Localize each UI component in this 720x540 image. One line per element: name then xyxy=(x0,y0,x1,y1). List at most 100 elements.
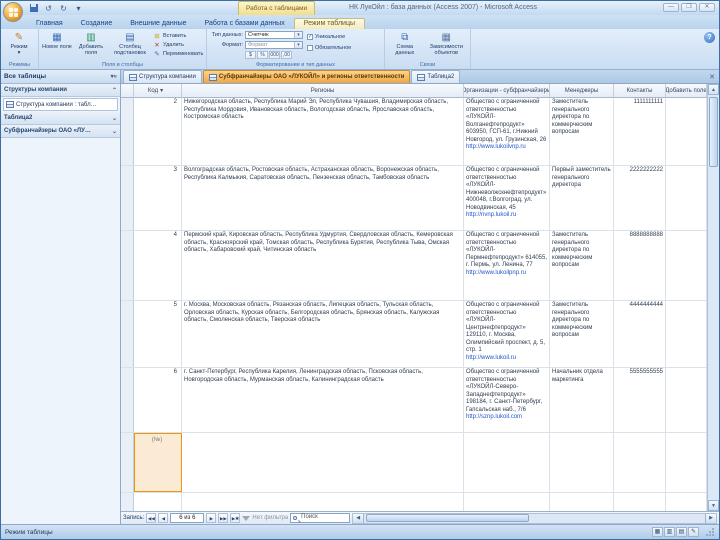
resize-grip[interactable] xyxy=(705,527,715,537)
nav-pane-header[interactable]: Все таблицы ▾ « xyxy=(1,70,120,84)
cell-add-field[interactable] xyxy=(666,433,707,492)
cell-code[interactable]: 2 xyxy=(134,98,182,165)
currency-button[interactable]: $ xyxy=(245,51,256,59)
cell-organization[interactable]: Общество с ограниченной ответственностью… xyxy=(464,301,550,367)
cell-contact[interactable]: 2222222222 xyxy=(614,166,666,230)
cell-regions[interactable]: г. Санкт-Петербург, Республика Карелия, … xyxy=(182,368,464,432)
column-header-managers[interactable]: Менеджеры xyxy=(550,84,614,98)
cell-organization[interactable]: Общество с ограниченной ответственностью… xyxy=(464,166,550,230)
cell-add-field[interactable] xyxy=(666,166,707,230)
cell-code[interactable]: 6 xyxy=(134,368,182,432)
tab-home[interactable]: Главная xyxy=(27,19,72,29)
doc-tab-company-structure[interactable]: Структура компании xyxy=(123,70,202,83)
close-document-icon[interactable]: ✕ xyxy=(707,73,717,81)
column-header-code[interactable]: Код ▾ xyxy=(134,84,182,98)
cell-manager[interactable]: Заместитель генерального директора по ко… xyxy=(550,98,614,165)
help-button[interactable]: ? xyxy=(704,32,715,43)
last-record-button[interactable]: ▶▶ xyxy=(218,513,229,523)
cell-contact[interactable]: 5555555555 xyxy=(614,368,666,432)
record-selector[interactable] xyxy=(121,231,134,300)
cell-organization[interactable]: Общество с ограниченной ответственностью… xyxy=(464,368,550,432)
tab-datasheet[interactable]: Режим таблицы xyxy=(293,18,365,29)
previous-record-button[interactable]: ◀ xyxy=(158,513,169,523)
record-selector[interactable] xyxy=(121,368,134,432)
save-button[interactable] xyxy=(27,3,40,14)
search-input[interactable]: Поиск xyxy=(290,513,351,523)
column-header-organizations[interactable]: Организации - субфранчайзеры xyxy=(464,84,550,98)
cell-manager[interactable]: Начальник отдела маркетинга xyxy=(550,368,614,432)
new-record-selector[interactable] xyxy=(121,433,134,492)
decimals-button[interactable]: ,00 xyxy=(281,51,292,59)
record-selector[interactable] xyxy=(121,166,134,230)
view-button[interactable]: ✎ Режим ▾ xyxy=(3,30,35,56)
cell-add-field[interactable] xyxy=(666,368,707,432)
organization-url[interactable]: http://www.lukoilvnp.ru xyxy=(466,144,547,152)
vertical-scrollbar[interactable]: ▲ ▼ xyxy=(707,84,719,511)
cell-contact[interactable] xyxy=(614,433,666,492)
doc-tab-subfranchisees[interactable]: Субфранчайзеры ОАО «ЛУКОЙЛ» и регионы от… xyxy=(202,70,411,83)
tab-create[interactable]: Создание xyxy=(72,19,122,29)
cell-regions[interactable]: Волгоградская область, Ростовская област… xyxy=(182,166,464,230)
cell-add-field[interactable] xyxy=(666,98,707,165)
organization-url[interactable]: http://nvnp.lukoil.ru xyxy=(466,212,547,220)
column-header-regions[interactable]: Регионы xyxy=(182,84,464,98)
design-view-button[interactable]: ✎ xyxy=(688,527,699,537)
close-button[interactable]: ✕ xyxy=(699,3,715,12)
first-record-button[interactable]: ◀◀ xyxy=(146,513,157,523)
record-position-box[interactable]: 6 из 6 xyxy=(170,513,205,523)
horizontal-scroll-thumb[interactable] xyxy=(366,514,530,522)
new-record-button[interactable]: ▶✱ xyxy=(230,513,241,523)
cell-contact[interactable]: 4444444444 xyxy=(614,301,666,367)
cell-regions[interactable]: Пермский край, Кировская область, Респуб… xyxy=(182,231,464,300)
chevron-down-icon[interactable]: ▾ xyxy=(294,32,302,38)
cell-organization[interactable]: Общество с ограниченной ответственностью… xyxy=(464,98,550,165)
cell-regions[interactable]: Нижегородская область, Республика Марий … xyxy=(182,98,464,165)
cell-code[interactable]: 5 xyxy=(134,301,182,367)
vertical-scroll-thumb[interactable] xyxy=(709,97,718,167)
pivottable-view-button[interactable]: ▥ xyxy=(664,527,675,537)
minimize-button[interactable]: — xyxy=(663,3,679,12)
scroll-left-icon[interactable]: ◀ xyxy=(353,513,365,523)
nav-item-company-structure-table[interactable]: Структура компании : табл… xyxy=(3,98,118,111)
cell-code[interactable]: 4 xyxy=(134,231,182,300)
qat-customize-button[interactable]: ▾ xyxy=(72,3,85,14)
thousands-button[interactable]: 000 xyxy=(269,51,280,59)
record-selector[interactable] xyxy=(121,301,134,367)
cell-regions[interactable] xyxy=(182,433,464,492)
cell-contact[interactable]: 8888888888 xyxy=(614,231,666,300)
select-all-corner[interactable] xyxy=(121,84,134,98)
next-record-button[interactable]: ▶ xyxy=(206,513,217,523)
cell-code[interactable]: 3 xyxy=(134,166,182,230)
insert-rows-button[interactable]: ⊞ Вставить xyxy=(153,32,203,40)
format-combo[interactable]: Формат ▾ xyxy=(245,41,303,49)
cell-contact[interactable]: 1111111111 xyxy=(614,98,666,165)
cell-organization[interactable] xyxy=(464,433,550,492)
tab-external-data[interactable]: Внешние данные xyxy=(121,19,195,29)
doc-tab-table2[interactable]: Таблица2 xyxy=(411,70,461,83)
restore-button[interactable]: ❐ xyxy=(681,3,697,12)
column-header-contacts[interactable]: Контакты xyxy=(614,84,666,98)
delete-rows-button[interactable]: ✕ Удалить xyxy=(153,41,203,49)
pivotchart-view-button[interactable]: ▤ xyxy=(676,527,687,537)
scroll-down-icon[interactable]: ▼ xyxy=(708,500,719,511)
organization-url[interactable]: http://sznp.lukoil.com xyxy=(466,414,547,422)
cell-manager[interactable] xyxy=(550,433,614,492)
lookup-column-button[interactable]: ▤ Столбец подстановок xyxy=(109,30,151,56)
cell-add-field[interactable] xyxy=(666,231,707,300)
new-record-code-cell[interactable]: (№) xyxy=(134,433,182,492)
tab-database-tools[interactable]: Работа с базами данных xyxy=(196,19,294,29)
datasheet-view-button[interactable]: ▦ xyxy=(652,527,663,537)
rename-button[interactable]: ✎ Переименовать xyxy=(153,50,203,58)
new-field-button[interactable]: ▦ Новое поле xyxy=(41,30,73,50)
required-checkbox[interactable]: Обязательное xyxy=(307,43,351,52)
shutter-collapse-icon[interactable]: « xyxy=(114,74,117,80)
record-selector[interactable] xyxy=(121,98,134,165)
scroll-up-icon[interactable]: ▲ xyxy=(708,84,719,95)
unique-checkbox[interactable]: ✓ Уникальное xyxy=(307,32,351,41)
scroll-right-icon[interactable]: ▶ xyxy=(705,513,716,523)
add-fields-button[interactable]: ▥ Добавить поля xyxy=(75,30,107,56)
relationships-button[interactable]: ⧉ Схема данных xyxy=(387,30,423,56)
column-header-add-field[interactable]: Добавить поле xyxy=(666,84,707,98)
nav-group-subfranchisees[interactable]: Субфранчайзеры ОАО «ЛУ… ⌄ xyxy=(1,125,120,138)
chevron-down-icon[interactable]: ▾ xyxy=(294,42,302,48)
